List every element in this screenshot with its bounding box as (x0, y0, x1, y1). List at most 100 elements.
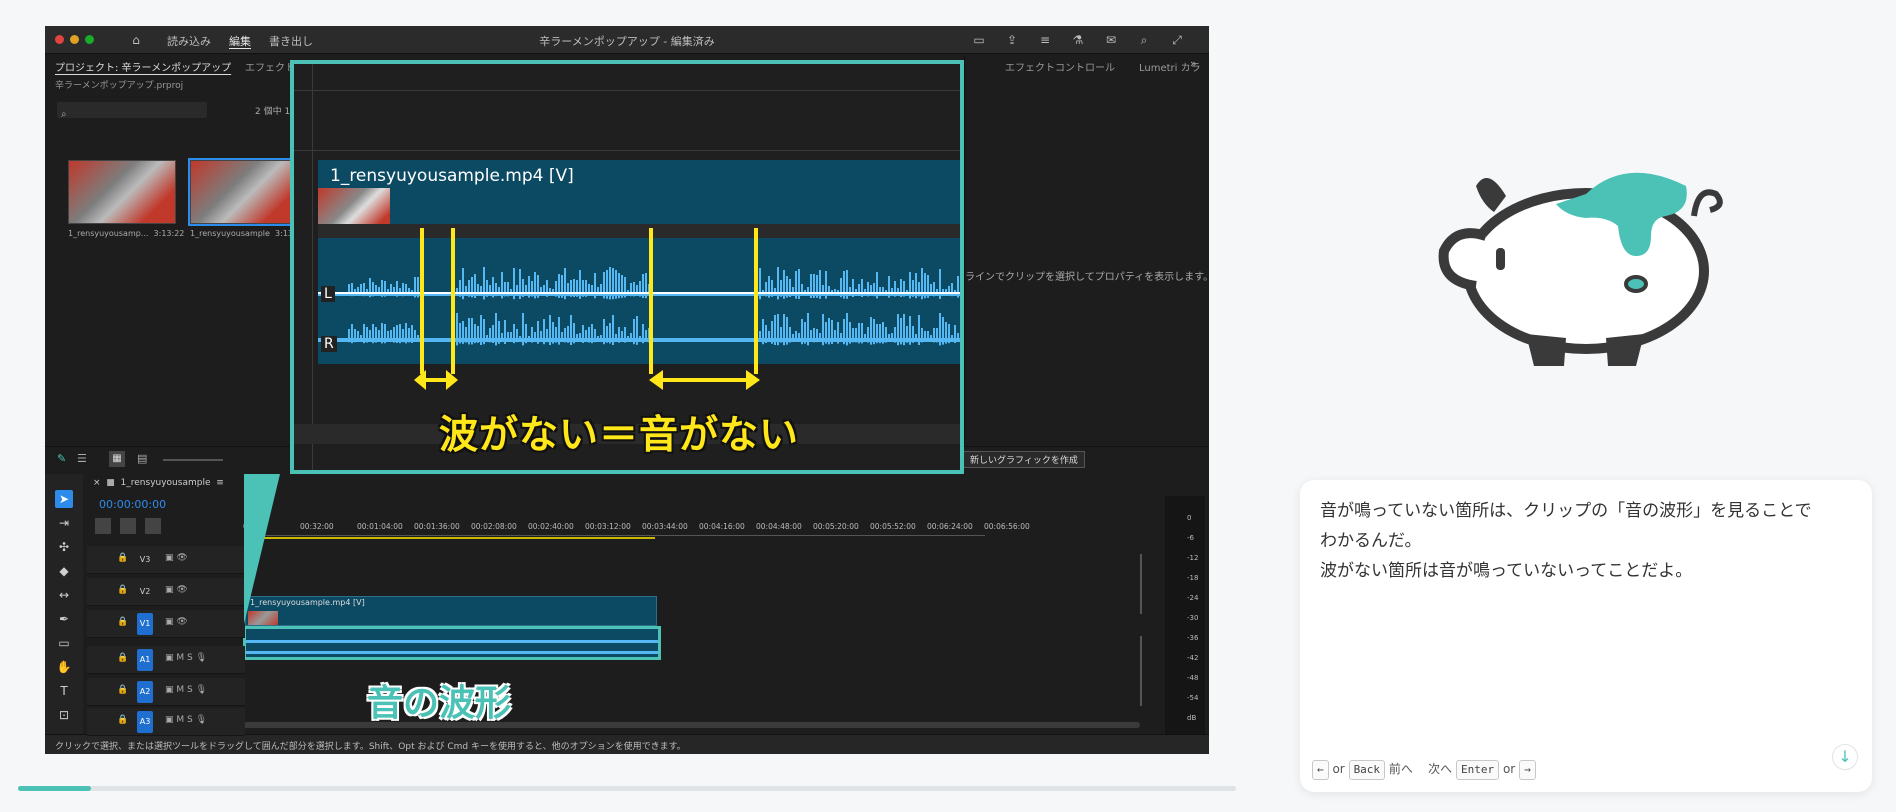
track-header-v1[interactable]: 🔒 V1 ▣ 👁 (87, 610, 245, 638)
search-icon[interactable]: ⌕ (1135, 31, 1153, 49)
close-icon[interactable]: × (93, 478, 101, 488)
new-graphic-button[interactable]: 新しいグラフィックを作成 (963, 451, 1085, 468)
track-mute-solo-icon[interactable]: ▣ M S 🎙 (165, 653, 207, 663)
track-header-a1[interactable]: 🔒 A1 ▣ M S 🎙 (87, 646, 245, 674)
project-item-thumbnail-selected[interactable] (188, 158, 300, 226)
ruler-tick-label: 00:01:04:00 (357, 522, 403, 531)
lock-icon[interactable]: 🔒 (117, 715, 128, 725)
track-mute-solo-icon[interactable]: ▣ M S 🎙 (165, 715, 207, 725)
properties-hint: ラインでクリップを選択してプロパティを表示します。 (965, 272, 1209, 283)
insert-sequence-icon[interactable] (95, 518, 111, 534)
ruler-tick-label: 00:32:00 (300, 522, 334, 531)
zoomed-audio-clip: L R (318, 238, 960, 364)
channel-right-label: R (321, 336, 337, 352)
zoomed-clip-label: 1_rensyuyousample.mp4 [V] (330, 166, 574, 186)
progress-track (18, 786, 1236, 791)
track-header-a2[interactable]: 🔒 A2 ▣ M S 🎙 (87, 678, 245, 706)
rectangle-tool-icon[interactable]: ▭ (55, 634, 73, 652)
meter-scale-label: dB (1187, 714, 1197, 722)
more-panels-icon[interactable]: » (1190, 57, 1197, 70)
lock-icon[interactable]: 🔒 (117, 585, 128, 595)
ruler-tick-label: 00:06:56:00 (984, 522, 1030, 531)
icon-view-button[interactable]: ▦ (109, 451, 125, 467)
freeform-view-icon[interactable]: ▤ (137, 452, 147, 465)
effect-controls-tab[interactable]: エフェクトコントロール (1005, 59, 1115, 74)
zoom-slider[interactable] (163, 459, 223, 461)
track-label-a2[interactable]: A2 (137, 681, 153, 703)
track-label-a1[interactable]: A1 (137, 649, 153, 671)
search-icon: ⌕ (61, 109, 67, 120)
type-tool-icon[interactable]: T (55, 682, 73, 700)
linked-selection-icon[interactable] (145, 518, 162, 534)
project-tab[interactable]: プロジェクト: 辛ラーメンポップアップ (55, 59, 231, 74)
panel-layout-icon[interactable]: ▭ (970, 31, 988, 49)
horizontal-scrollbar[interactable] (100, 722, 1140, 728)
dialog-text: 音が鳴っていない箇所は、クリップの「音の波形」を見ることで わかるんだ。 波がな… (1320, 501, 1812, 581)
next-arrow-key[interactable]: → (1519, 760, 1536, 780)
track-visibility-icon[interactable]: ▣ 👁 (165, 617, 188, 627)
work-area-bar[interactable] (245, 537, 655, 539)
audio-waveform (318, 267, 960, 346)
sequence-tab[interactable]: × ■ 1_rensyuyousample ≡ (93, 478, 224, 488)
meter-scale-label: -42 (1187, 654, 1199, 662)
settings-list-icon[interactable]: ≡ (1036, 31, 1054, 49)
effects-tab[interactable]: エフェクト (245, 59, 295, 74)
slip-tool-icon[interactable]: ↔ (55, 586, 73, 604)
next-label: 次へ (1428, 762, 1453, 776)
track-mute-solo-icon[interactable]: ▣ M S 🎙 (165, 685, 207, 695)
silence-marker-2-end (754, 228, 758, 374)
razor-tool-icon[interactable]: ◆ (55, 562, 73, 580)
audio-meter: 0 -6 -12 -18 -24 -30 -36 -42 -48 -54 dB (1165, 496, 1205, 734)
fullscreen-icon[interactable]: ⤢ (1168, 31, 1186, 49)
ruler-tick-label: 00:06:24:00 (927, 522, 973, 531)
project-search-input[interactable]: ⌕ (57, 102, 207, 120)
list-view-icon[interactable]: ☰ (77, 452, 87, 465)
track-label-a3[interactable]: A3 (137, 711, 153, 733)
timecode[interactable]: 00:00:00:00 (99, 498, 166, 511)
ruler-tick-label: 00:05:20:00 (813, 522, 859, 531)
project-item-thumbnail[interactable] (68, 160, 176, 224)
timeline-waveform (246, 640, 658, 654)
hand-tool-icon[interactable]: ✋ (55, 658, 73, 676)
project-filename: 辛ラーメンポップアップ.prproj (55, 81, 184, 91)
pig-mascot-illustration (1438, 172, 1723, 366)
meter-scale-label: -54 (1187, 694, 1199, 702)
snap-icon[interactable] (120, 518, 137, 534)
enter-key[interactable]: Enter (1456, 760, 1500, 780)
lock-icon[interactable]: 🔒 (117, 617, 128, 627)
back-key[interactable]: Back (1348, 760, 1386, 780)
silence-marker-1-start (420, 228, 424, 374)
next-down-arrow-button[interactable]: ↓ (1832, 744, 1858, 770)
narration-dialog: 音が鳴っていない箇所は、クリップの「音の波形」を見ることで わかるんだ。 波がな… (1300, 480, 1872, 792)
track-select-tool-icon[interactable]: ⇥ (55, 514, 73, 532)
share-icon[interactable]: ⇪ (1003, 31, 1021, 49)
ruler-tick-label: 00:04:16:00 (699, 522, 745, 531)
title-bar: ⌂ 読み込み 編集 書き出し 辛ラーメンポップアップ - 編集済み ▭ ⇪ ≡ … (45, 26, 1209, 54)
lock-icon[interactable]: 🔒 (117, 553, 128, 563)
caption-tool-icon[interactable]: ⊡ (55, 706, 73, 724)
track-label-v2[interactable]: V2 (137, 581, 153, 603)
video-clip[interactable]: 1_rensyuyousample.mp4 [V] (245, 596, 657, 626)
feedback-icon[interactable]: ✉ (1102, 31, 1120, 49)
pen-tool-icon[interactable]: ✒ (55, 610, 73, 628)
ruler-tick-label: 00:01:36:00 (414, 522, 460, 531)
track-header-v3[interactable]: 🔒 V3 ▣ 👁 (87, 546, 245, 574)
track-visibility-icon[interactable]: ▣ 👁 (165, 553, 188, 563)
pencil-icon[interactable]: ✎ (57, 452, 66, 465)
lock-icon[interactable]: 🔒 (117, 653, 128, 663)
selection-tool-icon[interactable]: ➤ (55, 490, 73, 508)
meter-scale-label: 0 (1187, 514, 1192, 522)
track-header-v2[interactable]: 🔒 V2 ▣ 👁 (87, 578, 245, 606)
track-visibility-icon[interactable]: ▣ 👁 (165, 585, 188, 595)
keyboard-nav-hint: ← or Back 前へ 次へ Enter or → (1312, 760, 1536, 780)
ripple-edit-tool-icon[interactable]: ✣ (55, 538, 73, 556)
beta-flask-icon[interactable]: ⚗ (1069, 31, 1087, 49)
track-label-v3[interactable]: V3 (137, 549, 153, 571)
lock-icon[interactable]: 🔒 (117, 685, 128, 695)
audio-clip-highlighted[interactable] (243, 626, 661, 660)
back-arrow-key[interactable]: ← (1312, 760, 1329, 780)
track-header-a3[interactable]: 🔒 A3 ▣ M S 🎙 (87, 708, 245, 736)
track-label-v1[interactable]: V1 (137, 613, 153, 635)
project-item-name: 1_rensyuyousamp... 3:13:22 (68, 229, 185, 238)
meter-scale-label: -36 (1187, 634, 1199, 642)
